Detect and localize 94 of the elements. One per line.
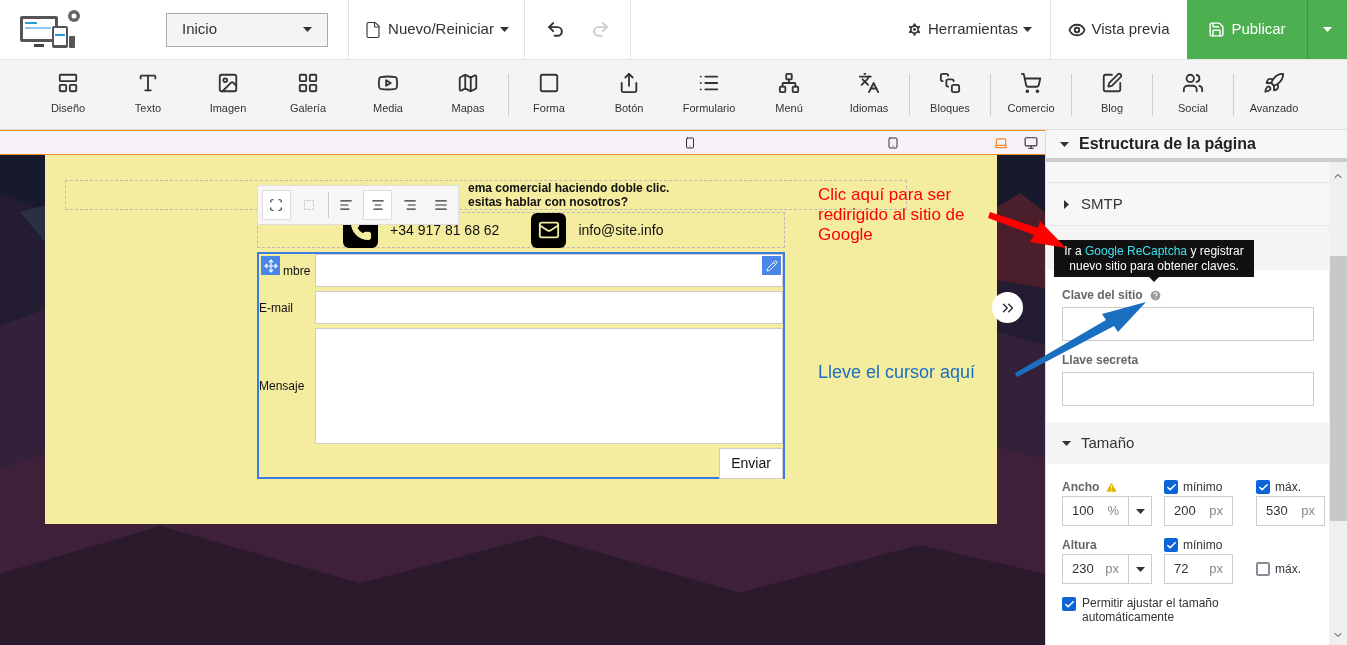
move-handle-icon[interactable] bbox=[261, 256, 280, 275]
checkbox-label: Permitir ajustar el tamaño automáticamente bbox=[1082, 596, 1220, 624]
checkbox-label: mínimo bbox=[1183, 537, 1223, 554]
caret-icon bbox=[1023, 27, 1032, 32]
toolbar-button[interactable]: Forma bbox=[509, 72, 589, 117]
toolbar-button[interactable]: Media bbox=[348, 72, 428, 117]
site-key-field[interactable] bbox=[1062, 307, 1314, 341]
toolbar-button[interactable]: Bloques bbox=[910, 72, 990, 117]
message-field[interactable] bbox=[315, 328, 783, 444]
section-header[interactable]: SMTP bbox=[1046, 183, 1329, 226]
send-button[interactable]: Enviar bbox=[719, 448, 783, 479]
toolbar-button[interactable]: Imagen bbox=[188, 72, 268, 117]
field-label: Ancho bbox=[1062, 479, 1100, 496]
mail-icon bbox=[531, 212, 567, 248]
contact-form[interactable]: mbre E-mail Mensaje Enviar bbox=[257, 252, 785, 479]
min-checkbox[interactable] bbox=[1164, 480, 1178, 494]
phone-number: +34 917 81 68 62 bbox=[390, 220, 500, 240]
intro-text: ema comercial haciendo doble clic. bbox=[468, 181, 670, 195]
caret-icon bbox=[1062, 440, 1071, 446]
map-icon bbox=[457, 72, 479, 95]
share-icon bbox=[618, 72, 640, 95]
save-icon bbox=[1208, 21, 1226, 38]
caret-icon bbox=[499, 27, 509, 32]
email-address: info@site.info bbox=[578, 220, 664, 240]
tablet-view-icon[interactable] bbox=[887, 136, 899, 149]
panel-title: Estructura de la página bbox=[1079, 134, 1256, 154]
number-field[interactable]: 72 px bbox=[1165, 555, 1232, 583]
caret-icon bbox=[1323, 27, 1332, 32]
toolbar-button[interactable]: Mapas bbox=[428, 72, 508, 117]
undo-icon[interactable] bbox=[545, 20, 565, 39]
toolbar-button[interactable]: Formulario bbox=[669, 72, 749, 117]
new-menu-button[interactable]: Nuevo/Reiniciar bbox=[364, 18, 509, 41]
section-header[interactable]: Tamaño bbox=[1046, 422, 1329, 464]
select-all-icon[interactable] bbox=[262, 190, 291, 220]
phone-view-icon[interactable] bbox=[684, 136, 696, 149]
field-label: Altura bbox=[1062, 537, 1097, 554]
pen-icon bbox=[1101, 72, 1123, 95]
field-label: Clave del sitio bbox=[1062, 287, 1143, 304]
stack-icon bbox=[939, 72, 961, 95]
toolbar-button[interactable]: Comercio bbox=[991, 72, 1071, 117]
annotation-text: Lleve el cursor aquí bbox=[818, 361, 976, 384]
tooltip-text: Ir a Google ReCaptcha y registrar nuevo sitio para obtener claves. bbox=[1063, 243, 1245, 274]
text-field[interactable] bbox=[315, 291, 783, 324]
align-center-icon[interactable] bbox=[363, 190, 393, 220]
toolbar-button[interactable]: Botón bbox=[589, 72, 669, 117]
toolbar-button[interactable]: Diseño bbox=[28, 72, 108, 117]
preview-button[interactable]: Vista previa bbox=[1068, 18, 1170, 41]
rocket-icon bbox=[1263, 72, 1285, 95]
file-icon bbox=[364, 20, 383, 39]
caret-icon bbox=[1064, 199, 1069, 209]
text-field[interactable] bbox=[315, 254, 783, 287]
toolbar-button[interactable]: Avanzado bbox=[1234, 72, 1314, 117]
page-select[interactable]: Inicio bbox=[166, 12, 328, 47]
layout-icon bbox=[57, 72, 79, 95]
field-label: mbre bbox=[283, 262, 312, 280]
checkbox-label: mínimo bbox=[1183, 479, 1223, 496]
languages-icon bbox=[858, 72, 880, 95]
recaptcha-link[interactable]: Google ReCaptcha bbox=[1084, 243, 1188, 258]
sitemap-icon bbox=[778, 72, 800, 95]
max-checkbox[interactable] bbox=[1256, 562, 1270, 576]
toolbar-button[interactable]: Galería bbox=[268, 72, 348, 117]
help-icon[interactable] bbox=[1148, 288, 1162, 302]
toolbar-button[interactable]: Texto bbox=[108, 72, 188, 117]
intro-text: esitas hablar con nosotros? bbox=[468, 195, 629, 209]
field-label: Mensaje bbox=[259, 378, 306, 395]
square-icon bbox=[538, 72, 560, 95]
toolbar-button[interactable]: Menú bbox=[749, 72, 829, 117]
toolbar-button[interactable]: Blog bbox=[1072, 72, 1152, 117]
max-checkbox[interactable] bbox=[1256, 480, 1270, 494]
warning-icon bbox=[1105, 480, 1119, 494]
scrollbar[interactable] bbox=[1329, 162, 1347, 645]
secret-key-field[interactable] bbox=[1062, 372, 1314, 406]
cart-icon bbox=[1020, 72, 1042, 95]
auto-size-checkbox[interactable] bbox=[1062, 597, 1076, 611]
laptop-view-icon[interactable] bbox=[994, 135, 1008, 150]
min-checkbox[interactable] bbox=[1164, 538, 1178, 552]
number-field[interactable]: 530 px bbox=[1257, 497, 1324, 525]
gear-icon bbox=[905, 21, 923, 38]
annotation-text: Clic aquí para ser redirigido al sitio de Google bbox=[818, 185, 966, 245]
tools-menu-button[interactable]: Herramientas bbox=[905, 18, 1032, 41]
caret-icon bbox=[303, 27, 312, 32]
edit-icon[interactable] bbox=[762, 256, 781, 275]
caret-icon bbox=[1060, 141, 1069, 147]
grid-icon bbox=[297, 72, 319, 95]
desktop-view-icon[interactable] bbox=[1024, 135, 1038, 150]
toolbar-button[interactable]: Idiomas bbox=[829, 72, 909, 117]
field-label: E-mail bbox=[259, 299, 294, 317]
checkbox-label: máx. bbox=[1275, 479, 1301, 496]
checkbox-label: máx. bbox=[1275, 561, 1301, 578]
number-field[interactable]: 200 px bbox=[1165, 497, 1232, 525]
users-icon bbox=[1182, 72, 1204, 95]
field-label: Llave secreta bbox=[1062, 352, 1140, 369]
toolbar-button[interactable]: Social bbox=[1153, 72, 1233, 117]
image-icon bbox=[217, 72, 239, 95]
